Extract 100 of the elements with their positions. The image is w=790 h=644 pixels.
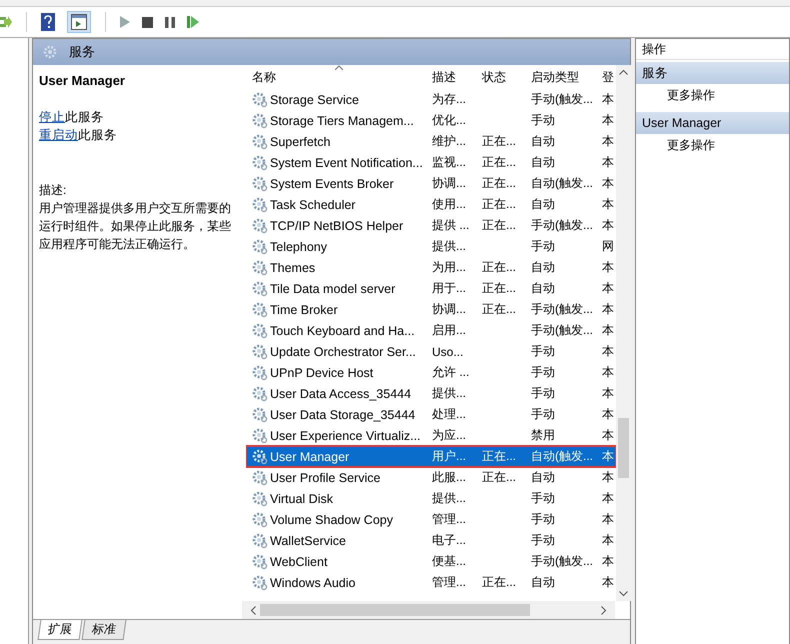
service-name-cell: Update Orchestrator Ser...	[270, 344, 416, 358]
service-row[interactable]: Storage Service 为存... 手动(触发... 本	[246, 89, 616, 110]
service-row[interactable]: Time Broker 协调... 正在... 手动(触发... 本	[246, 299, 616, 320]
pause-icon[interactable]	[165, 16, 175, 28]
action-item[interactable]: 更多操作	[636, 134, 789, 156]
startup-type-cell-text: 自动	[531, 469, 556, 486]
startup-type-cell-text: 手动	[531, 364, 556, 381]
scroll-right-icon[interactable]	[601, 606, 607, 614]
service-row[interactable]: Volume Shadow Copy 管理... 手动 本	[246, 509, 616, 530]
description-cell-text: 维护...	[432, 133, 468, 150]
service-row[interactable]: WalletService 电子... 手动 本	[246, 530, 616, 551]
gear-icon	[252, 112, 268, 128]
horizontal-scrollbar[interactable]	[242, 601, 615, 619]
service-row[interactable]: User Data Storage_35444 处理... 手动 本	[246, 404, 616, 425]
service-row[interactable]: System Events Broker 协调... 正在... 自动(触发... 本	[246, 173, 616, 194]
gear-icon	[252, 134, 268, 150]
service-name-cell: Windows Audio	[270, 576, 356, 590]
column-header[interactable]: 描述	[432, 68, 482, 86]
service-name-cell: Telephony	[270, 240, 327, 254]
service-row[interactable]: User Experience Virtualiz... 为应... 禁用 本	[246, 425, 616, 446]
view-tab[interactable]: 扩展	[38, 620, 82, 640]
startup-type-cell-text: 自动	[531, 280, 556, 297]
service-name-cell: User Experience Virtualiz...	[270, 428, 421, 442]
gear-icon	[252, 322, 268, 338]
service-name-cell: Volume Shadow Copy	[270, 512, 393, 526]
service-row[interactable]: TCP/IP NetBIOS Helper 提供 ... 正在... 手动(触发... 本	[246, 215, 616, 236]
service-row[interactable]: User Manager 用户... 正在... 自动(触发... 本	[246, 446, 616, 467]
table-cell-text: 本	[602, 490, 615, 507]
description-cell-text: 提供...	[432, 385, 468, 402]
scroll-thumb[interactable]	[618, 418, 629, 478]
gear-icon	[252, 238, 268, 254]
gear-icon	[252, 154, 268, 170]
scroll-thumb[interactable]	[260, 604, 530, 616]
startup-type-cell-text: 手动	[531, 511, 556, 528]
column-header[interactable]: 启动类型	[531, 68, 602, 86]
description-cell-text: 便基...	[432, 553, 468, 570]
scroll-left-icon[interactable]	[250, 606, 256, 614]
gear-icon	[252, 470, 268, 486]
description-cell-text: 为用...	[432, 259, 468, 276]
service-row[interactable]: Tile Data model server 用于... 正在... 自动 本	[246, 278, 616, 299]
gear-icon	[252, 302, 268, 318]
service-row[interactable]: Touch Keyboard and Ha... 启用... 手动(触发... 本	[246, 320, 616, 341]
table-cell-text: 本	[602, 259, 615, 276]
service-row[interactable]: System Event Notification... 监视... 正在... 自动 本	[246, 152, 616, 173]
scroll-down-icon[interactable]	[619, 591, 628, 597]
service-row[interactable]: Themes 为用... 正在... 自动 本	[246, 257, 616, 278]
description-cell-text: 使用...	[432, 196, 468, 213]
startup-type-cell-text: 手动(触发...	[531, 217, 594, 234]
vertical-scrollbar[interactable]	[616, 65, 631, 601]
startup-type-cell-text: 自动(触发...	[531, 448, 594, 465]
service-name-cell: TCP/IP NetBIOS Helper	[270, 218, 404, 232]
service-name-cell: Virtual Disk	[270, 492, 333, 506]
gear-icon	[252, 532, 268, 548]
column-header[interactable]: 登	[602, 68, 616, 86]
service-name-cell: Tile Data model server	[270, 282, 396, 296]
service-row[interactable]: Superfetch 维护... 正在... 自动 本	[246, 131, 616, 152]
service-action-link[interactable]: 重启动	[39, 128, 78, 142]
startup-type-cell-text: 手动	[531, 490, 556, 507]
startup-type-cell-text: 自动	[531, 196, 556, 213]
service-row[interactable]: WebClient 便基... 手动(触发... 本	[246, 551, 616, 572]
table-cell-text: 本	[602, 532, 615, 549]
service-action-link[interactable]: 停止	[39, 110, 65, 124]
table-cell-text: 本	[602, 322, 615, 339]
link-suffix: 此服务	[65, 110, 104, 124]
service-row[interactable]: User Data Access_35444 提供... 手动 本	[246, 383, 616, 404]
help-icon[interactable]	[41, 13, 55, 31]
startup-type-cell-text: 手动	[531, 406, 556, 423]
description-cell-text: 管理...	[432, 511, 468, 528]
service-row[interactable]: Windows Audio 管理... 正在... 自动 本	[246, 572, 616, 593]
service-row[interactable]: Telephony 提供... 手动 网	[246, 236, 616, 257]
description-cell-text: 用于...	[432, 280, 468, 297]
export-icon[interactable]	[0, 14, 12, 30]
status-cell: 正在...	[482, 281, 516, 295]
service-row[interactable]: Storage Tiers Managem... 优化... 手动 本	[246, 110, 616, 131]
gear-icon	[252, 196, 268, 212]
service-name-cell: User Data Storage_35444	[270, 408, 416, 422]
service-name-cell: User Manager	[270, 450, 350, 464]
status-cell: 正在...	[482, 260, 516, 274]
service-row[interactable]: UPnP Device Host 允许 ... 手动 本	[246, 362, 616, 383]
console-button[interactable]	[67, 11, 91, 33]
service-row[interactable]: Task Scheduler 使用... 正在... 自动 本	[246, 194, 616, 215]
column-header[interactable]: 名称	[246, 68, 432, 86]
gear-icon	[252, 92, 268, 108]
service-row[interactable]: User Profile Service 此服... 正在... 自动 本	[246, 467, 616, 488]
service-row[interactable]: Virtual Disk 提供... 手动 本	[246, 488, 616, 509]
startup-type-cell-text: 手动	[531, 238, 556, 255]
table-cell-text: 本	[602, 154, 615, 171]
column-header[interactable]: 状态	[482, 68, 531, 86]
action-group-header[interactable]: 服务	[636, 62, 789, 84]
stop-icon[interactable]	[142, 16, 153, 28]
resume-icon[interactable]	[187, 16, 199, 28]
link-suffix: 此服务	[78, 128, 117, 142]
action-item[interactable]: 更多操作	[636, 84, 789, 106]
scroll-up-icon[interactable]	[619, 69, 628, 75]
action-group-header[interactable]: User Manager	[636, 112, 789, 134]
startup-type-cell-text: 自动	[531, 133, 556, 150]
startup-type-cell-text: 手动(触发...	[531, 91, 594, 108]
view-tab[interactable]: 标准	[82, 620, 126, 640]
service-row[interactable]: Update Orchestrator Ser... Uso... 手动 本	[246, 341, 616, 362]
description-text: 用户管理器提供多用户交互所需要的运行时组件。如果停止此服务，某些应用程序可能无法正确运行。	[39, 200, 232, 253]
